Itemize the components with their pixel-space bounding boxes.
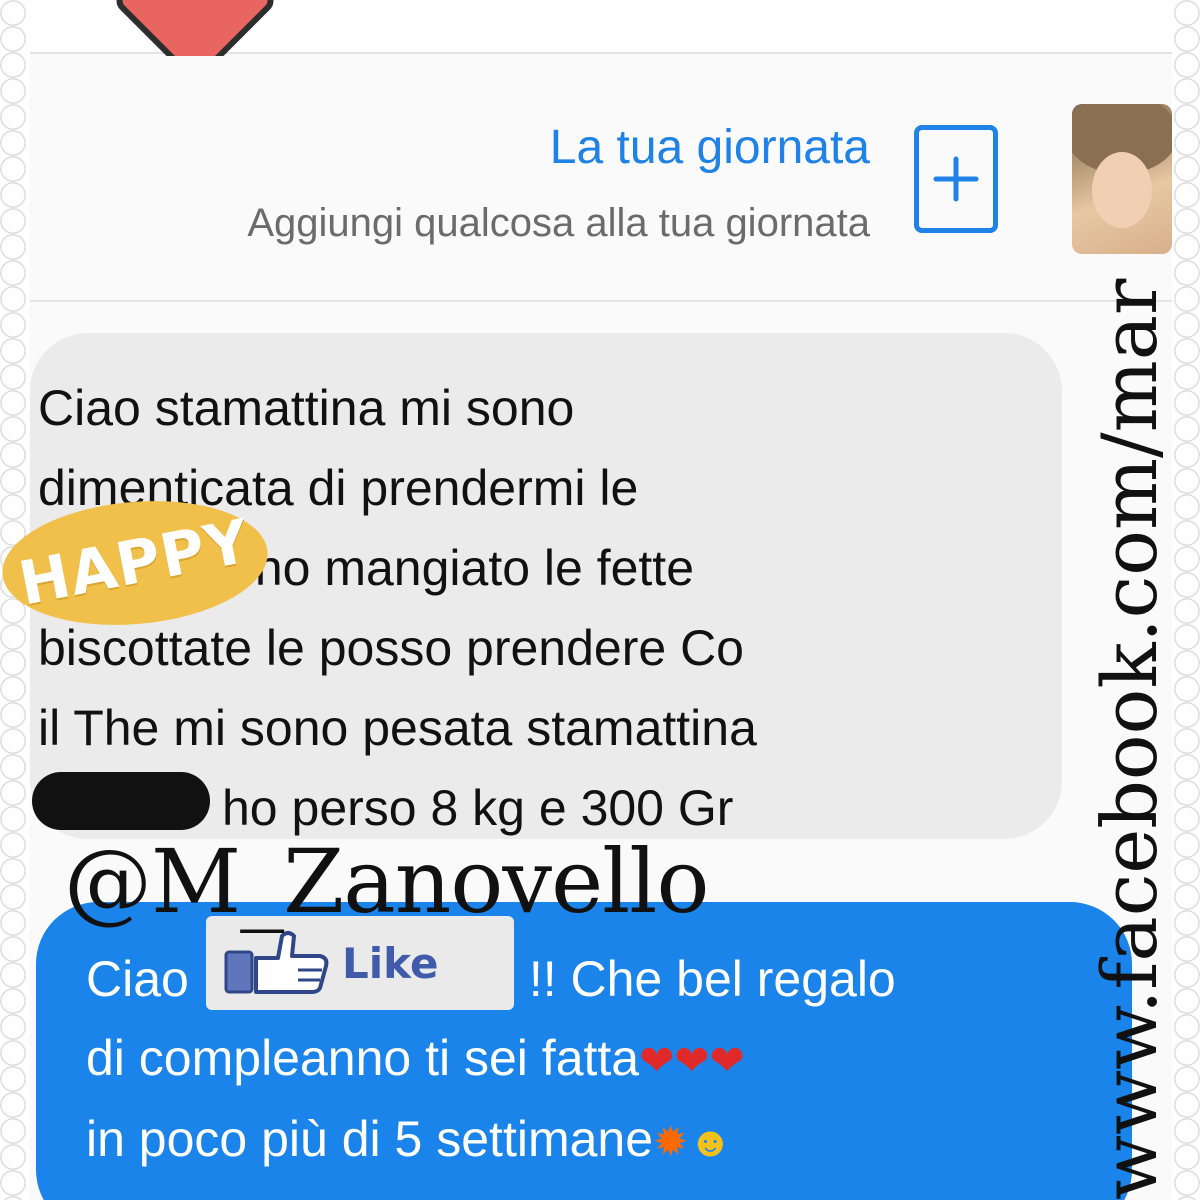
thumbs-up-icon xyxy=(224,931,329,994)
your-day-title[interactable]: La tua giornata xyxy=(550,120,870,175)
censor-scribble xyxy=(32,772,210,830)
message-line: di compleanno ti sei fatta❤❤❤ xyxy=(86,1030,745,1086)
heart-emoji: ❤❤❤ xyxy=(639,1037,745,1084)
message-line: in poco più di 5 settimane✹☻ xyxy=(86,1111,733,1167)
your-day-section[interactable]: La tua giornata Aggiungi qualcosa alla t… xyxy=(30,56,1172,302)
collision-emoji: ✹ xyxy=(653,1118,689,1165)
message-line: biscottate le posso prendere Co xyxy=(38,620,744,676)
plus-icon xyxy=(933,156,979,202)
avatar-face xyxy=(1092,152,1152,228)
watermark-handle: @M_Zanovello xyxy=(64,830,709,933)
happy-sticker-label: HAPPY xyxy=(13,506,257,620)
add-to-day-button[interactable] xyxy=(914,125,998,233)
avatar[interactable] xyxy=(1072,104,1172,254)
like-badge-label: Like xyxy=(342,938,439,988)
watermark-url: www.facebook.com/mar xyxy=(1085,278,1174,1200)
message-line: il The mi sono pesata stamattina xyxy=(38,700,757,756)
message-line: Ciao stamattina mi sono xyxy=(38,380,575,436)
your-day-subtitle: Aggiungi qualcosa alla tua giornata xyxy=(247,201,870,245)
smirk-emoji: ☻ xyxy=(688,1118,733,1165)
